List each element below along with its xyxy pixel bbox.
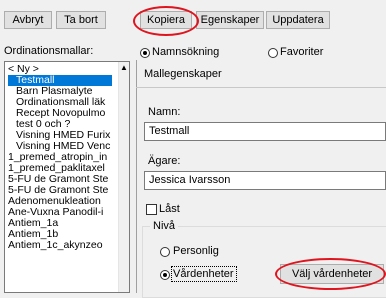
name-field[interactable]: Testmall [144, 122, 386, 141]
refresh-button[interactable]: Uppdatera [266, 11, 330, 29]
properties-button[interactable]: Egenskaper [196, 11, 264, 29]
list-item[interactable]: Antiem_1c_akynzeo [8, 240, 103, 251]
focus-indicator [171, 266, 237, 282]
toolbar: Avbryt Ta bort Kopiera Egenskaper Uppdat… [0, 0, 386, 40]
list-scrollbar[interactable]: ▲ [118, 62, 129, 292]
copy-button[interactable]: Kopiera [140, 11, 192, 29]
favorites-radio[interactable] [268, 48, 278, 58]
personal-label[interactable]: Personlig [173, 245, 219, 257]
panel-title: Mallegenskaper [144, 68, 222, 80]
cancel-button[interactable]: Avbryt [4, 11, 52, 29]
templates-list-label: Ordinationsmallar: [4, 45, 94, 57]
name-label: Namn: [148, 106, 181, 118]
level-group [142, 226, 386, 298]
personal-radio[interactable] [160, 247, 170, 257]
choose-care-units-button[interactable]: Välj vårdenheter [280, 264, 384, 284]
name-search-radio[interactable] [140, 48, 150, 58]
locked-checkbox[interactable] [146, 204, 157, 215]
favorites-label[interactable]: Favoriter [280, 46, 323, 58]
delete-button[interactable]: Ta bort [56, 11, 106, 29]
owner-field[interactable]: Jessica Ivarsson [144, 171, 386, 190]
divider [136, 87, 386, 88]
care-units-radio[interactable] [160, 270, 170, 280]
chevron-up-icon[interactable]: ▲ [120, 64, 128, 72]
owner-label: Ägare: [148, 155, 181, 167]
templates-listbox[interactable]: < Ny > Testmall Barn Plasmalyte Ordinati… [4, 61, 130, 293]
name-search-label[interactable]: Namnsökning [152, 46, 219, 58]
locked-label[interactable]: Låst [159, 203, 180, 215]
level-group-label: Nivå [150, 220, 179, 232]
